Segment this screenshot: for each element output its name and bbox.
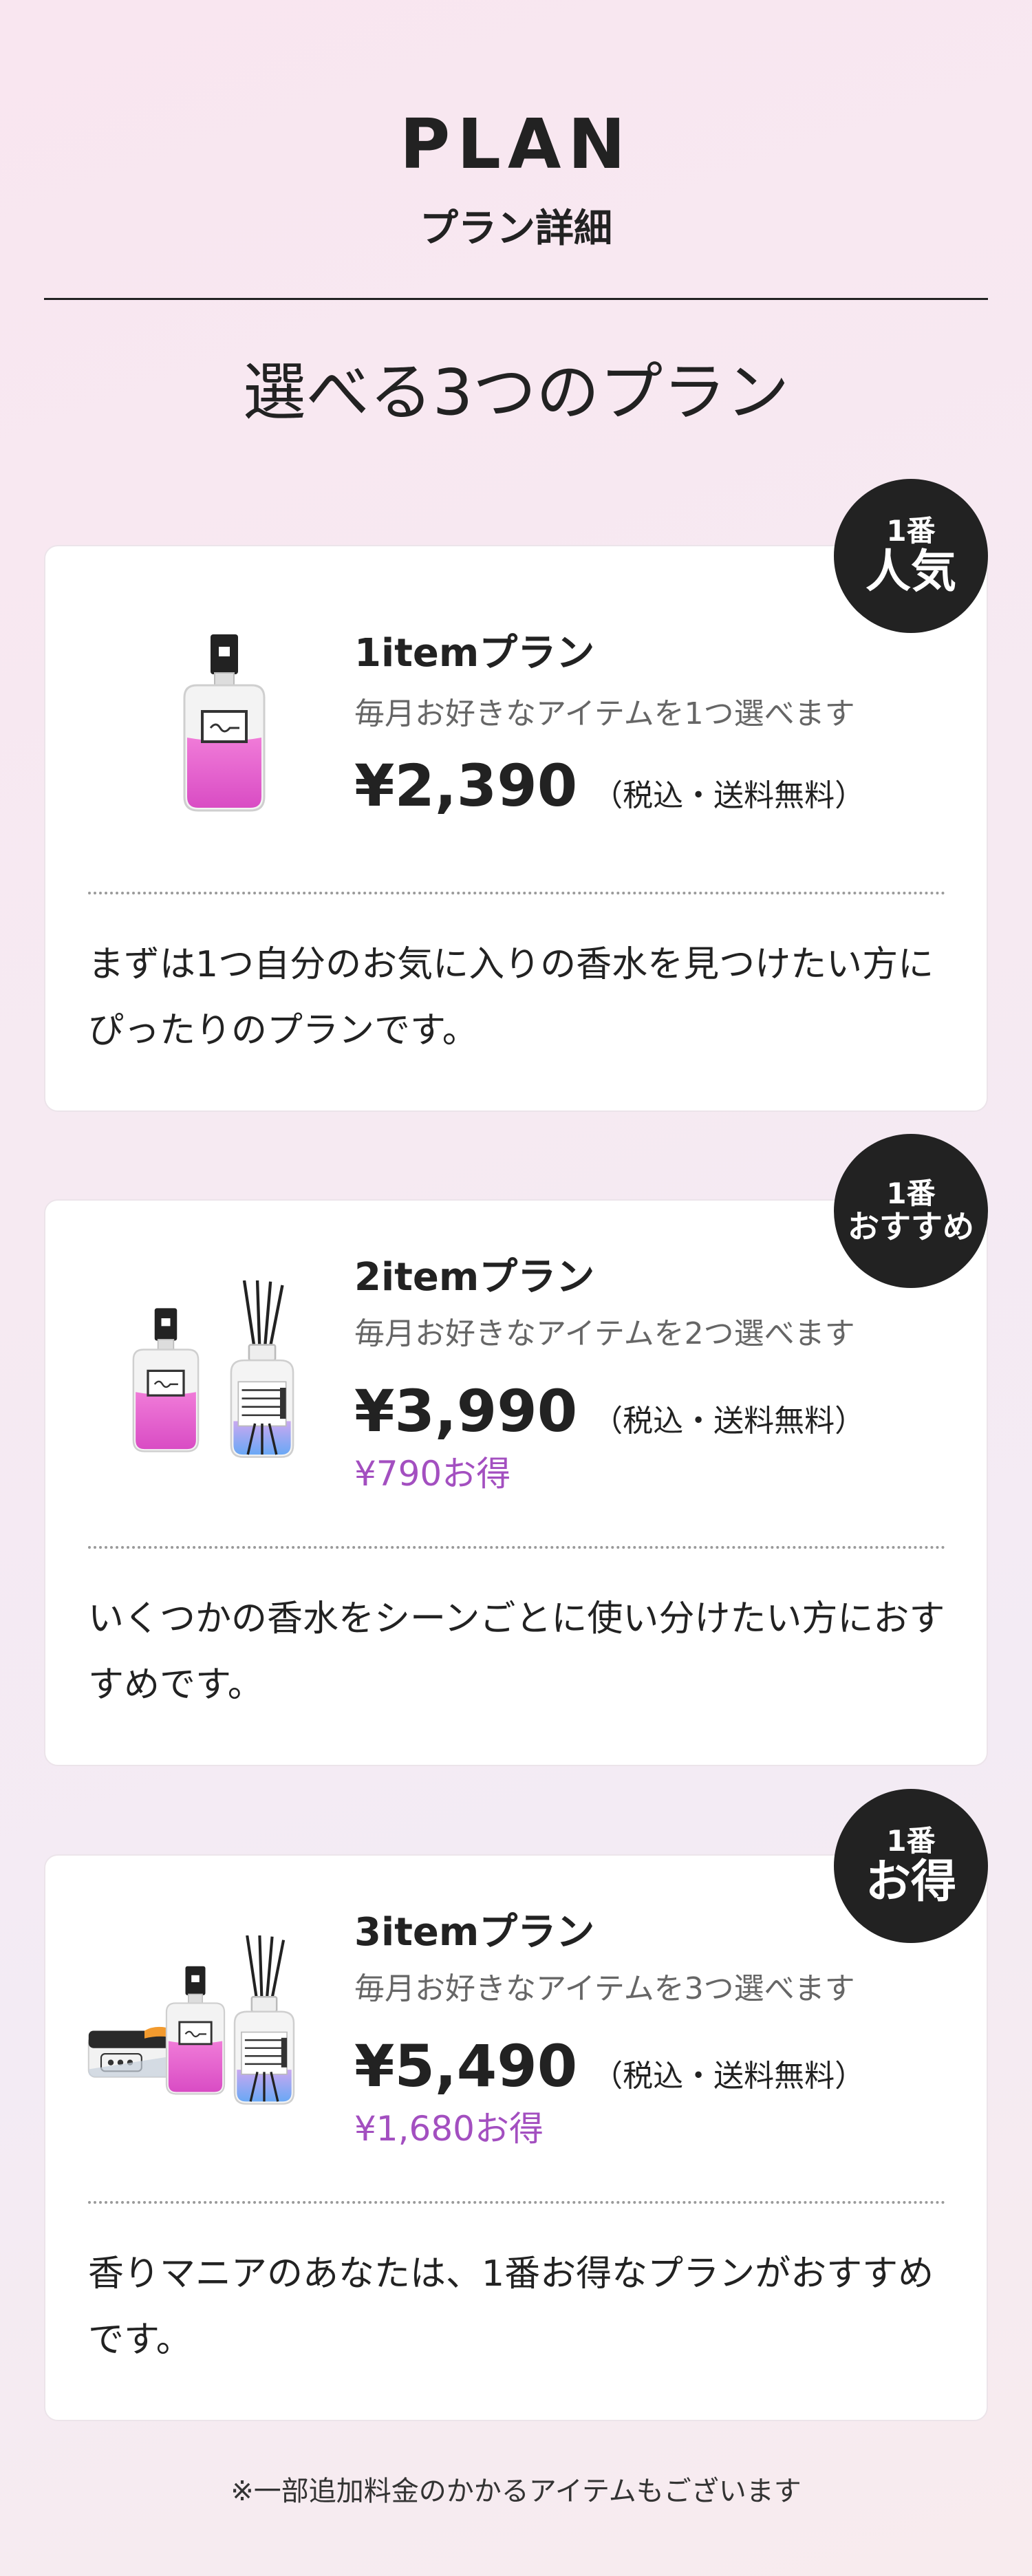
- price-row: ¥2,390 （税込・送料無料）: [354, 757, 865, 815]
- plan-card-1item: 1itemプラン 毎月お好きなアイテムを1つ選べます ¥2,390 （税込・送料無…: [44, 545, 988, 1112]
- saving-amount: ¥1,680お得: [354, 2109, 544, 2149]
- saving-amount: ¥790お得: [354, 1454, 511, 1494]
- plan-name: 3itemプラン: [354, 1910, 595, 1955]
- tax-note: （税込・送料無料）: [592, 2059, 866, 2094]
- perfume-and-diffuser-icon: [114, 1280, 334, 1459]
- plan-price: ¥5,490: [354, 2032, 578, 2100]
- plan-description: 毎月お好きなアイテムを1つ選べます: [354, 696, 855, 731]
- page-subtitle: プラン詳細: [420, 206, 612, 251]
- plan-body-text: いくつかの香水をシーンごとに使い分けたい方におすすめです。: [88, 1598, 945, 1706]
- plan-price: ¥3,990: [354, 1377, 578, 1445]
- plan-description: 毎月お好きなアイテムを2つ選べます: [354, 1316, 855, 1351]
- badge-best-value: 1番 お得: [834, 1789, 988, 1943]
- footnote: ※一部追加料金のかかるアイテムもございます: [230, 2476, 802, 2507]
- plan-description: 毎月お好きなアイテムを3つ選べます: [354, 1971, 855, 2006]
- cream-perfume-diffuser-icon: [87, 1935, 321, 2114]
- dotted-divider: [88, 892, 945, 894]
- tax-note: （税込・送料無料）: [592, 778, 866, 813]
- price-row: ¥3,990 （税込・送料無料）: [354, 1382, 865, 1440]
- header-divider: [44, 298, 988, 300]
- plan-name: 1itemプラン: [354, 631, 595, 676]
- dotted-divider: [88, 1546, 945, 1549]
- badge-label: 人気: [866, 544, 956, 598]
- badge-popular: 1番 人気: [834, 479, 988, 633]
- badge-rank: 1番: [886, 1176, 936, 1210]
- plan-price: ¥2,390: [354, 752, 578, 819]
- section-heading: 選べる3つのプラン: [242, 356, 790, 429]
- plan-body-text: 香りマニアのあなたは、1番お得なプランがおすすめです。: [88, 2253, 934, 2361]
- badge-label: おすすめ: [848, 1208, 974, 1245]
- plan-card-2item: 2itemプラン 毎月お好きなアイテムを2つ選べます ¥3,990 （税込・送料無…: [44, 1199, 988, 1766]
- badge-rank: 1番: [886, 513, 936, 548]
- perfume-bottle-icon: [142, 634, 307, 813]
- badge-label: お得: [866, 1854, 956, 1908]
- dotted-divider: [88, 2201, 945, 2204]
- plan-body-text: まずは1つ自分のお気に入りの香水を見つけたい方にぴったりのプランです。: [88, 944, 934, 1051]
- badge-recommended: 1番 おすすめ: [834, 1134, 988, 1288]
- price-row: ¥5,490 （税込・送料無料）: [354, 2037, 865, 2095]
- badge-rank: 1番: [886, 1823, 936, 1858]
- plan-card-3item: 3itemプラン 毎月お好きなアイテムを3つ選べます ¥5,490 （税込・送料無…: [44, 1854, 988, 2421]
- plan-name: 2itemプラン: [354, 1255, 595, 1300]
- page-title: PLAN: [399, 104, 633, 184]
- tax-note: （税込・送料無料）: [592, 1404, 866, 1439]
